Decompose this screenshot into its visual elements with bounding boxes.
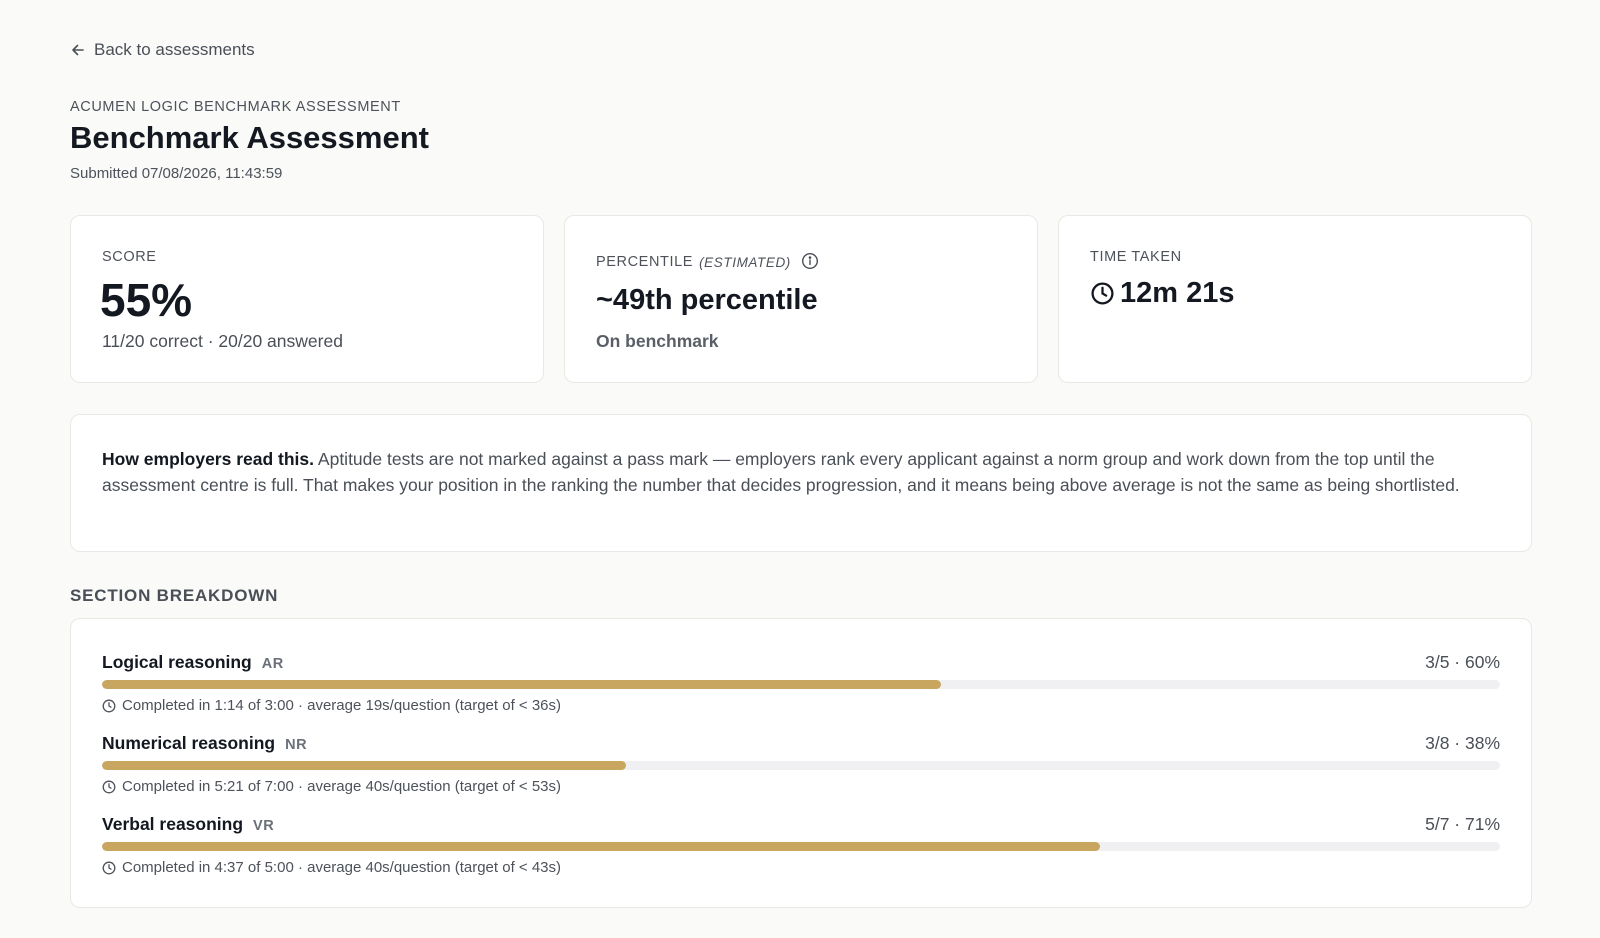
time-taken-row: 12m 21s [1090, 277, 1235, 310]
score-value: 55% [100, 274, 193, 326]
time-taken-card: TIME TAKEN 12m 21s [1058, 215, 1532, 383]
time-taken-label: TIME TAKEN [1090, 249, 1182, 265]
score-detail: 11/20 correct · 20/20 answered [102, 331, 343, 351]
info-icon[interactable] [801, 252, 819, 270]
section-timing: Completed in 4:37 of 5:00 · average 40s/… [102, 859, 561, 876]
score-card: SCORE 55% 11/20 correct · 20/20 answered [70, 215, 544, 383]
clock-icon [102, 699, 116, 712]
section-progress-fill [102, 680, 941, 689]
clock-icon [1091, 282, 1114, 305]
back-link-label: Back to assessments [94, 40, 255, 59]
assessment-kicker: ACUMEN LOGIC BENCHMARK ASSESSMENT [70, 99, 401, 115]
percentile-value: ~49th percentile [596, 284, 818, 316]
score-label: SCORE [102, 249, 157, 265]
section-breakdown-heading: SECTION BREAKDOWN [70, 586, 279, 605]
section-code: AR [261, 656, 284, 672]
employer-info-lead: How employers read this. [102, 449, 315, 469]
section-progress-track [102, 761, 1500, 770]
section-name: Logical reasoning AR [102, 652, 284, 672]
section-code: VR [253, 818, 275, 834]
section-timing: Completed in 1:14 of 3:00 · average 19s/… [102, 697, 561, 714]
percentile-card: PERCENTILE (ESTIMATED) ~49th percentile … [564, 215, 1038, 383]
clock-icon [102, 780, 116, 793]
percentile-label: PERCENTILE (ESTIMATED) [596, 252, 819, 271]
section-row-verbal: Verbal reasoning VR 5/7 · 71% Completed i… [102, 814, 1500, 886]
estimated-tag: (ESTIMATED) [699, 254, 791, 270]
percentile-status: On benchmark [596, 331, 719, 351]
section-score: 3/5 · 60% [1425, 652, 1500, 672]
section-score: 3/8 · 38% [1425, 733, 1500, 753]
page-title: Benchmark Assessment [70, 120, 429, 155]
clock-icon [102, 861, 116, 874]
section-name: Numerical reasoning NR [102, 733, 308, 753]
section-timing: Completed in 5:21 of 7:00 · average 40s/… [102, 778, 561, 795]
back-to-assessments-link[interactable]: Back to assessments [70, 40, 255, 60]
section-row-numerical: Numerical reasoning NR 3/8 · 38% Complete… [102, 733, 1500, 805]
section-row-logical: Logical reasoning AR 3/5 · 60% Completed … [102, 652, 1500, 724]
section-progress-track [102, 842, 1500, 851]
section-progress-track [102, 680, 1500, 689]
section-code: NR [285, 737, 308, 753]
section-progress-fill [102, 761, 627, 770]
section-score: 5/7 · 71% [1425, 814, 1500, 834]
arrow-left-icon [72, 44, 84, 56]
section-breakdown-card: Logical reasoning AR 3/5 · 60% Completed … [70, 618, 1532, 908]
employer-info-card: How employers read this. Aptitude tests … [70, 414, 1532, 552]
employer-info-text: How employers read this. Aptitude tests … [102, 447, 1502, 498]
section-name: Verbal reasoning VR [102, 814, 275, 834]
time-taken-value: 12m 21s [1120, 277, 1235, 309]
submitted-timestamp: Submitted 07/08/2026, 11:43:59 [70, 165, 283, 182]
section-progress-fill [102, 842, 1101, 851]
